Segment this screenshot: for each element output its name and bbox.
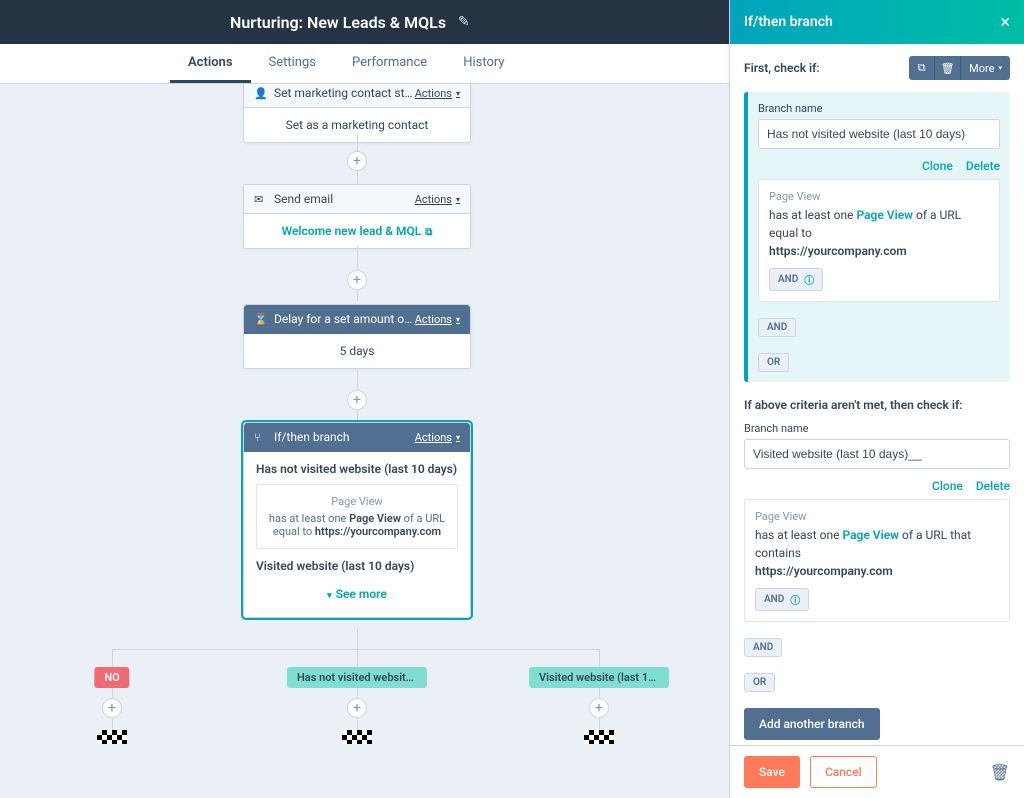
save-button[interactable]: Save [744,756,800,788]
branch-name-input[interactable] [744,439,1010,469]
and-filter-button[interactable]: ANDⓘ [769,268,823,291]
branch-2-editor: Branch name Clone Delete Page View has a… [744,422,1010,692]
criteria-text: has at least one Page View of a URL that… [755,526,999,580]
node-title: If/then branch [274,430,415,444]
branch-editor-panel: If/then branch × First, check if: ⧉ 🗑 Mo… [729,0,1024,798]
node-delay[interactable]: ⌛ Delay for a set amount of time Actions… [243,304,471,369]
node-title: Send email [274,192,415,206]
email-link[interactable]: Welcome new lead & MQL⧉ [244,214,470,248]
panel-footer: Save Cancel 🗑 [730,745,1024,798]
page-view-label: Page View [769,190,989,203]
workflow-canvas[interactable]: 👤 Set marketing contact status Actions▾ … [0,84,729,798]
connector [112,649,599,650]
tab-settings[interactable]: Settings [251,44,334,83]
tab-actions[interactable]: Actions [170,44,251,83]
hourglass-icon: ⌛ [254,313,268,326]
external-link-icon: ⧉ [425,227,432,238]
or-group-button[interactable]: OR [758,353,789,372]
branch-name-label: Branch name [744,422,1010,435]
criteria-summary: Page View has at least one Page View of … [256,484,458,549]
branch-label-2[interactable]: Visited website (last 10… [529,667,669,688]
info-icon: ⓘ [790,592,800,607]
tab-bar: Actions Settings Performance History [0,44,729,84]
first-check-label: First, check if: [744,61,820,75]
branch-title: Has not visited website (last 10 days) [256,462,458,476]
envelope-icon: ✉ [254,193,268,206]
and-group-button[interactable]: AND [744,638,782,657]
connector [599,649,600,667]
trash-icon[interactable]: 🗑 [935,56,961,80]
panel-title: If/then branch [744,14,833,30]
branch-1-editor: Branch name Clone Delete Page View has a… [744,92,1010,382]
node-body: 5 days [244,334,470,368]
branch-icon: ⑂ [254,431,268,444]
workflow-header: Nurturing: New Leads & MQLs ✎ [0,0,729,44]
node-actions-menu[interactable]: Actions▾ [415,313,460,326]
branch-name-input[interactable] [758,119,1000,149]
branch-title: Visited website (last 10 days) [256,559,458,573]
workflow-end-marker [97,730,127,744]
tab-history[interactable]: History [445,44,522,83]
branch-name-label: Branch name [758,102,1000,115]
branch-label-1[interactable]: Has not visited website… [287,667,427,688]
copy-icon[interactable]: ⧉ [909,56,935,80]
clone-link[interactable]: Clone [922,159,953,173]
node-actions-menu[interactable]: Actions▾ [415,87,460,100]
node-title: Delay for a set amount of time [274,312,415,326]
page-view-label: Page View [755,510,999,523]
add-action-button[interactable]: + [347,390,367,410]
node-send-email[interactable]: ✉ Send email Actions▾ Welcome new lead &… [243,184,471,249]
criteria-text: has at least one Page View of a URL equa… [769,206,989,260]
workflow-end-marker [584,730,614,744]
edit-title-icon[interactable]: ✎ [458,14,470,30]
tab-performance[interactable]: Performance [334,44,445,83]
or-group-button[interactable]: OR [744,673,775,692]
add-action-button[interactable]: + [102,698,122,718]
second-check-label: If above criteria aren't met, then check… [744,398,1010,412]
node-actions-menu[interactable]: Actions▾ [415,431,460,444]
panel-header: If/then branch × [730,0,1024,44]
branch-label-no[interactable]: NO [94,667,129,688]
criteria-card[interactable]: Page View has at least one Page View of … [758,179,1000,302]
chevron-down-icon: ▾ [327,591,332,601]
page-view-label: Page View [267,495,447,508]
add-action-button[interactable]: + [347,270,367,290]
add-action-button[interactable]: + [589,698,609,718]
person-icon: 👤 [254,87,268,100]
add-branch-button[interactable]: Add another branch [744,708,880,740]
connector [357,629,358,649]
and-group-button[interactable]: AND [758,318,796,337]
cancel-button[interactable]: Cancel [810,756,877,788]
criteria-card[interactable]: Page View has at least one Page View of … [744,499,1010,622]
panel-toolbar: ⧉ 🗑 More▾ [909,56,1010,80]
clone-link[interactable]: Clone [932,479,963,493]
node-actions-menu[interactable]: Actions▾ [415,193,460,206]
workflow-title: Nurturing: New Leads & MQLs [230,13,446,32]
connector [112,649,113,667]
workflow-end-marker [342,730,372,744]
delete-link[interactable]: Delete [966,159,1000,173]
close-icon[interactable]: × [1000,12,1010,33]
and-filter-button[interactable]: ANDⓘ [755,588,809,611]
connector [357,649,358,667]
node-title: Set marketing contact status [274,86,415,100]
more-menu[interactable]: More▾ [961,56,1010,80]
trash-icon[interactable]: 🗑 [990,763,1010,782]
see-more-button[interactable]: ▾See more [256,581,458,607]
node-if-then-branch[interactable]: ⑂ If/then branch Actions▾ Has not visite… [243,422,471,618]
add-action-button[interactable]: + [347,698,367,718]
add-action-button[interactable]: + [347,151,367,171]
delete-link[interactable]: Delete [976,479,1010,493]
info-icon: ⓘ [804,272,814,287]
